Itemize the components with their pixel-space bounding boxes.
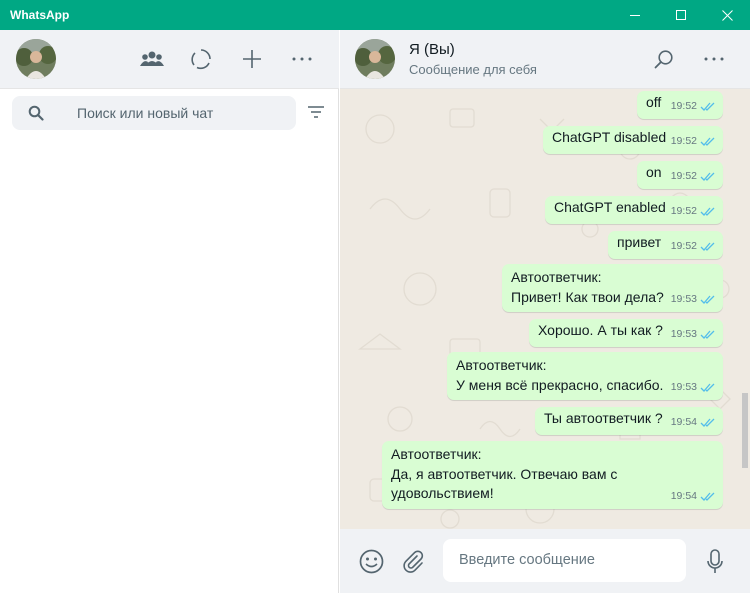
message-text: удовольствием! xyxy=(391,485,494,501)
message-time: 19:52 xyxy=(670,205,697,217)
message-time: 19:53 xyxy=(670,381,697,393)
message-meta: 19:52 xyxy=(671,131,716,151)
message-time: 19:53 xyxy=(670,293,697,305)
double-check-icon xyxy=(700,492,715,501)
chat-header[interactable]: Я (Вы) Сообщение для себя xyxy=(340,30,750,89)
communities-icon xyxy=(140,51,164,66)
chat-avatar[interactable] xyxy=(355,39,395,79)
double-check-icon xyxy=(700,102,715,111)
message-time: 19:52 xyxy=(670,135,697,147)
chat-subtitle: Сообщение для себя xyxy=(409,62,537,77)
message-bubble[interactable]: ChatGPT enabled 19:52 xyxy=(545,196,723,224)
message-input[interactable]: Введите сообщение xyxy=(443,539,686,582)
message-time: 19:53 xyxy=(670,328,697,340)
maximize-button[interactable] xyxy=(658,0,704,30)
message-meta: 19:54 xyxy=(671,486,716,506)
chat-panel: Я (Вы) Сообщение для себя off 19:52 Chat… xyxy=(340,30,750,593)
message-text: Автоответчик: xyxy=(456,357,547,373)
message-time: 19:52 xyxy=(670,170,697,182)
more-horizontal-icon xyxy=(704,57,724,61)
message-bubble[interactable]: Хорошо. А ты как ? 19:53 xyxy=(529,319,723,347)
communities-button[interactable] xyxy=(139,46,165,72)
maximize-icon xyxy=(675,9,686,20)
message-meta: 19:53 xyxy=(671,324,716,344)
emoji-icon[interactable] xyxy=(359,549,384,574)
filter-icon[interactable] xyxy=(307,105,325,119)
message-meta: 19:54 xyxy=(671,412,716,432)
double-check-icon xyxy=(700,330,715,339)
message-bubble[interactable]: on 19:52 xyxy=(637,161,723,189)
message-text: on xyxy=(646,164,662,180)
message-meta: 19:52 xyxy=(671,201,716,221)
double-check-icon xyxy=(700,207,715,216)
message-text: У меня всё прекрасно, спасибо. xyxy=(456,376,664,393)
message-text: привет xyxy=(617,234,662,250)
message-bubble[interactable]: ChatGPT disabled 19:52 xyxy=(543,126,723,154)
message-text: off xyxy=(646,94,662,110)
message-list[interactable]: off 19:52 ChatGPT disabled 19:52 on 19:52 Chat… xyxy=(340,89,750,529)
double-check-icon xyxy=(700,137,715,146)
search-box[interactable]: Поиск или новый чат xyxy=(12,96,296,130)
message-meta: 19:52 xyxy=(671,236,716,256)
double-check-icon xyxy=(700,418,715,427)
search-input[interactable]: Поиск или новый чат xyxy=(77,105,213,121)
message-text: Хорошо. А ты как ? xyxy=(538,322,663,338)
message-bubble[interactable]: Автоответчик: Привет! Как твои дела? 19:53 xyxy=(502,264,723,312)
composer: Введите сообщение xyxy=(340,529,750,593)
double-check-icon xyxy=(700,172,715,181)
close-icon xyxy=(721,9,733,21)
app-title: WhatsApp xyxy=(10,8,70,22)
message-bubble[interactable]: off 19:52 xyxy=(637,91,723,119)
sidebar-header xyxy=(0,30,339,89)
search-chat-button[interactable] xyxy=(651,46,677,72)
attach-icon[interactable] xyxy=(401,549,425,573)
sidebar: Поиск или новый чат xyxy=(0,30,339,593)
message-text: Ты автоответчик ? xyxy=(544,410,663,426)
menu-button[interactable] xyxy=(289,46,315,72)
more-horizontal-icon xyxy=(292,57,312,61)
scrollbar-thumb[interactable] xyxy=(742,393,748,468)
message-meta: 19:53 xyxy=(671,289,716,309)
message-bubble[interactable]: привет 19:52 xyxy=(608,231,723,259)
message-time: 19:54 xyxy=(670,490,697,502)
status-icon xyxy=(191,49,211,70)
chat-menu-button[interactable] xyxy=(701,46,727,72)
message-meta: 19:53 xyxy=(671,377,716,397)
message-placeholder: Введите сообщение xyxy=(459,552,595,568)
message-text: Автоответчик: xyxy=(391,446,482,462)
message-bubble[interactable]: Ты автоответчик ? 19:54 xyxy=(535,407,723,435)
search-icon xyxy=(28,105,44,121)
profile-avatar[interactable] xyxy=(16,39,56,79)
microphone-icon[interactable] xyxy=(706,549,724,575)
double-check-icon xyxy=(700,295,715,304)
status-button[interactable] xyxy=(188,46,214,72)
message-time: 19:52 xyxy=(670,100,697,112)
chat-title: Я (Вы) xyxy=(409,41,455,58)
search-icon xyxy=(654,50,673,69)
message-text: Привет! Как твои дела? xyxy=(511,288,664,305)
minimize-button[interactable] xyxy=(612,0,658,30)
message-time: 19:54 xyxy=(670,416,697,428)
avatar-photo xyxy=(16,39,56,79)
message-text: ChatGPT disabled xyxy=(552,129,667,145)
avatar-photo xyxy=(355,39,395,79)
minimize-icon xyxy=(629,14,640,16)
message-meta: 19:52 xyxy=(671,166,716,186)
new-chat-button[interactable] xyxy=(239,46,265,72)
close-button[interactable] xyxy=(704,0,750,30)
title-bar: WhatsApp xyxy=(0,0,750,30)
double-check-icon xyxy=(700,383,715,392)
message-meta: 19:52 xyxy=(671,96,716,116)
double-check-icon xyxy=(700,242,715,251)
plus-icon xyxy=(243,50,261,68)
message-text: Да, я автоответчик. Отвечаю вам с xyxy=(391,465,618,482)
message-text: ChatGPT enabled xyxy=(554,199,666,215)
message-bubble[interactable]: Автоответчик: У меня всё прекрасно, спаси… xyxy=(447,352,723,400)
message-bubble[interactable]: Автоответчик: Да, я автоответчик. Отвечаю… xyxy=(382,441,723,509)
message-time: 19:52 xyxy=(670,240,697,252)
message-text: Автоответчик: xyxy=(511,269,602,285)
